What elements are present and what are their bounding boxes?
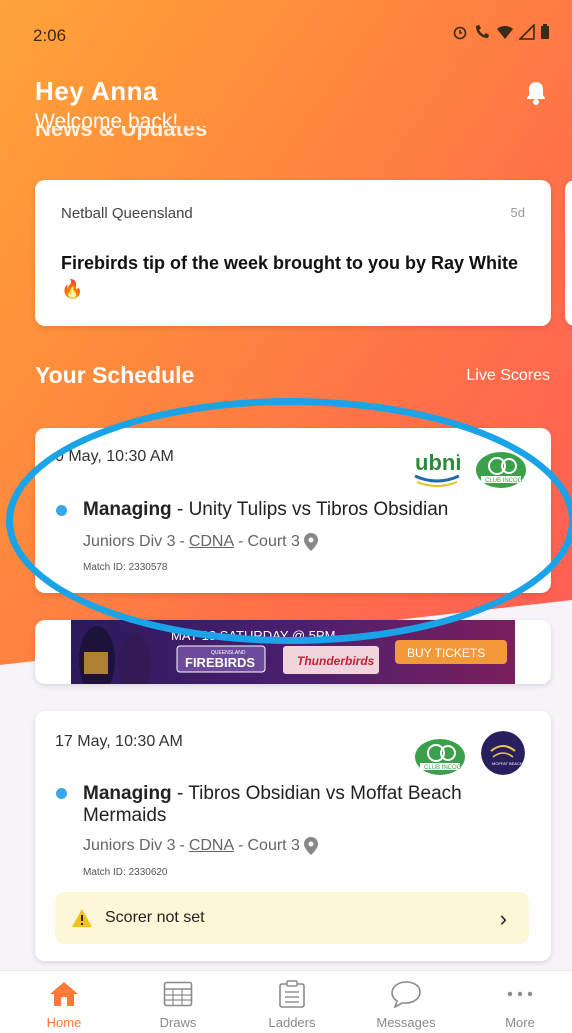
match-title: Managing - Tibros Obsidian vs Moffat Bea… [83, 783, 533, 827]
promo-banner-card[interactable]: MAY 18 SATURDAY @ 5PM QUEENSLAND FIREBIR… [35, 620, 551, 684]
home-icon [50, 982, 78, 1006]
news-title: Firebirds tip of the week brought to you… [61, 253, 519, 299]
signal-icon [519, 24, 535, 40]
tab-home[interactable]: Home [19, 979, 109, 1030]
match-court: Court 3 [247, 533, 300, 550]
news-source: Netball Queensland [61, 205, 193, 222]
wifi-call-icon [476, 25, 489, 38]
live-scores-link[interactable]: Live Scores [466, 367, 550, 385]
moffat-beach-logo: MOFFAT BEACH [481, 731, 525, 775]
messages-icon [391, 981, 421, 1008]
greeting: Hey Anna [35, 76, 158, 106]
battery-icon [541, 24, 549, 39]
status-time: 2:06 [33, 26, 67, 45]
welcome-text: Welcome back! [35, 110, 179, 133]
svg-text:CLUB INCOG: CLUB INCOG [424, 765, 462, 771]
bell-icon[interactable] [524, 80, 548, 106]
tab-label: More [505, 1015, 535, 1030]
chevron-right-icon: › [499, 906, 507, 931]
tab-more[interactable]: More [475, 979, 565, 1030]
association-link[interactable]: CDNA [189, 533, 234, 551]
tab-ladders[interactable]: Ladders [247, 979, 337, 1030]
banner-opponent: Thunderbirds [297, 654, 375, 668]
svg-text:MOFFAT BEACH: MOFFAT BEACH [492, 761, 523, 766]
svg-text:CLUB INCOG: CLUB INCOG [485, 478, 523, 484]
tab-label: Draws [159, 1015, 197, 1030]
club-incog-logo: CLUB INCOG [414, 737, 466, 777]
match-teams: Unity Tulips vs Tibros Obsidian [188, 499, 449, 520]
ubni-logo: ubni [411, 444, 463, 492]
association-link[interactable]: CDNA [189, 837, 234, 855]
tab-draws[interactable]: Draws [133, 979, 223, 1030]
match-id: Match ID: 2330578 [83, 562, 168, 573]
tab-messages[interactable]: Messages [361, 979, 451, 1030]
firebirds-promo-banner[interactable]: MAY 18 SATURDAY @ 5PM QUEENSLAND FIREBIR… [35, 620, 551, 684]
status-dot [56, 505, 67, 516]
status-bar: 2:06 [0, 0, 572, 70]
more-icon [507, 991, 533, 997]
buy-tickets-button[interactable]: BUY TICKETS [407, 646, 485, 660]
match-title: Managing - Unity Tulips vs Tibros Obsidi… [83, 499, 533, 521]
alarm-icon [453, 26, 467, 40]
warning-icon [72, 909, 92, 927]
draws-icon [163, 981, 193, 1007]
tab-label: Ladders [268, 1015, 316, 1030]
scorer-notice-text: Scorer not set [105, 909, 205, 926]
svg-text:ubni: ubni [415, 450, 461, 475]
match-role: Managing [83, 783, 172, 804]
news-card[interactable]: Netball Queensland 5d Firebirds tip of t… [35, 180, 551, 326]
wifi-icon [497, 26, 513, 39]
match-division: Juniors Div 3 [83, 533, 176, 550]
schedule-title: Your Schedule [35, 362, 195, 388]
tab-label: Home [46, 1015, 82, 1030]
status-icons [452, 24, 550, 40]
location-pin-icon[interactable] [303, 533, 318, 551]
next-news-card[interactable] [565, 180, 572, 326]
match-details: Juniors Div 3- CDNA - Court 3 [83, 837, 318, 855]
match-court: Court 3 [247, 837, 300, 854]
location-pin-icon[interactable] [303, 837, 318, 855]
club-incog-logo: CLUB INCOG [475, 450, 527, 490]
status-dot [56, 788, 67, 799]
bottom-tab-bar: Home Draws Ladders Messages More [0, 970, 572, 1033]
match-id: Match ID: 2330620 [83, 867, 168, 878]
match-date: 0 May, 10:30 AM [55, 448, 174, 465]
ladders-icon [279, 980, 305, 1008]
match-card[interactable]: 17 May, 10:30 AM CLUB INCOG MOFFAT BEACH… [35, 711, 551, 961]
banner-date: MAY 18 SATURDAY @ 5PM [171, 628, 335, 643]
banner-brand: FIREBIRDS [185, 655, 255, 670]
match-separator: - [171, 499, 189, 520]
match-separator: - [171, 783, 189, 804]
match-role: Managing [83, 499, 172, 520]
match-card[interactable]: 0 May, 10:30 AM ubni CLUB INCOG Managing… [35, 428, 551, 593]
match-details: Juniors Div 3- CDNA - Court 3 [83, 533, 318, 551]
tab-label: Messages [376, 1015, 436, 1030]
news-age: 5d [510, 205, 525, 220]
match-division: Juniors Div 3 [83, 837, 176, 854]
scorer-notice[interactable]: Scorer not set › [55, 892, 529, 944]
match-date: 17 May, 10:30 AM [55, 733, 183, 750]
